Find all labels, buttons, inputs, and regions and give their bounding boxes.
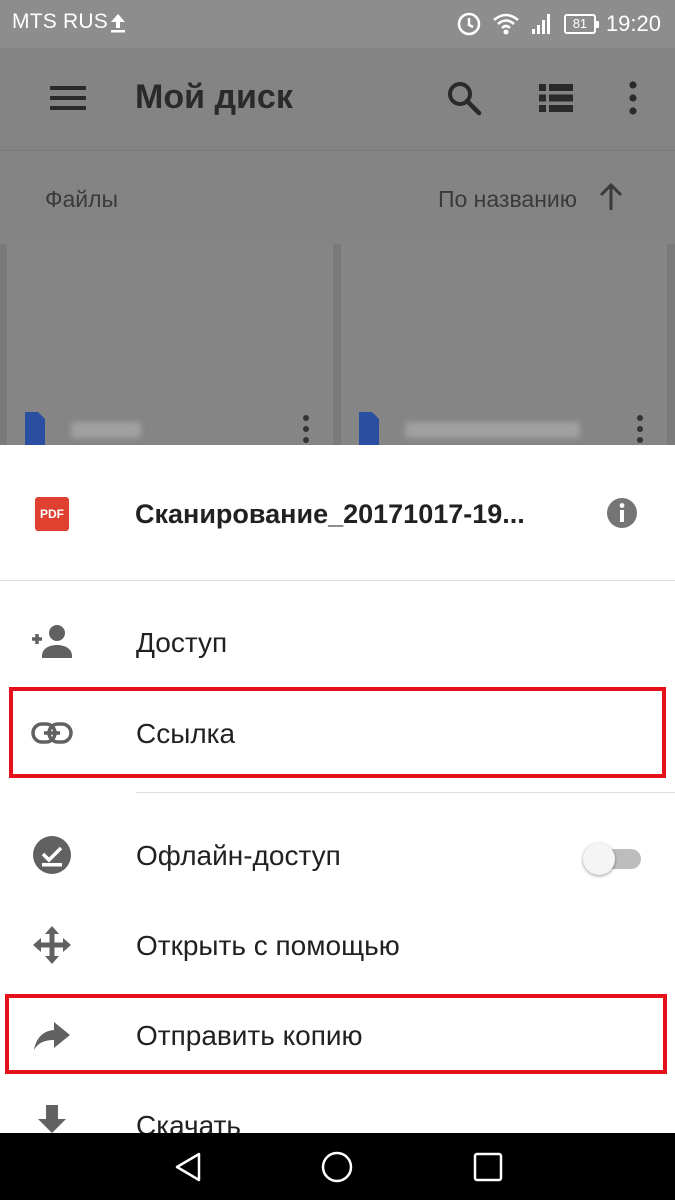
battery-indicator: 81 <box>563 14 599 34</box>
system-nav-bar <box>0 1133 675 1200</box>
divider <box>0 580 675 581</box>
home-icon[interactable] <box>320 1150 354 1184</box>
person-add-icon <box>32 625 72 658</box>
files-section-label: Файлы <box>45 186 119 212</box>
more-vert-icon[interactable] <box>301 412 311 445</box>
offline-pin-icon <box>33 836 71 874</box>
clock: 19:20 <box>605 11 661 36</box>
pdf-icon: PDF <box>35 497 69 531</box>
menu-item-label: Доступ <box>136 627 228 658</box>
file-grid <box>0 244 675 445</box>
blurred-file-name <box>71 422 141 438</box>
app-bar: Мой диск <box>0 48 675 150</box>
menu-item-open-with[interactable]: Открыть с помощью <box>0 900 675 990</box>
open-with-icon <box>33 926 71 964</box>
file-header: PDF Сканирование_20171017-19... <box>0 445 675 581</box>
more-vert-icon[interactable] <box>620 80 646 116</box>
offline-toggle[interactable] <box>583 835 643 875</box>
menu-item-label: Офлайн-доступ <box>136 840 341 871</box>
data-saver-icon <box>457 12 481 36</box>
document-icon <box>359 412 379 445</box>
more-vert-icon[interactable] <box>635 412 645 445</box>
file-card[interactable] <box>7 244 333 445</box>
list-view-icon[interactable] <box>539 84 573 112</box>
menu-item-label: Скачать <box>136 1110 241 1133</box>
menu-item-download[interactable]: Скачать <box>0 1080 675 1133</box>
sort-bar: Файлы По названию <box>0 150 675 244</box>
wifi-icon <box>493 13 519 35</box>
menu-icon[interactable] <box>50 84 86 112</box>
highlight-send-copy-option <box>5 994 667 1074</box>
document-icon <box>25 412 45 445</box>
file-card[interactable] <box>341 244 667 445</box>
page-title: Мой диск <box>135 78 293 116</box>
signal-icon <box>531 14 550 34</box>
carrier-name: MTS RUS <box>12 10 108 33</box>
sort-order-button[interactable]: По названию <box>438 186 577 213</box>
menu-item-offline[interactable]: Офлайн-доступ <box>0 810 675 900</box>
download-icon <box>38 1105 66 1133</box>
file-name: Сканирование_20171017-19... <box>135 499 525 529</box>
status-bar: MTS RUS 81 19:20 <box>0 0 675 48</box>
search-icon[interactable] <box>446 80 482 116</box>
recent-apps-icon[interactable] <box>471 1150 505 1184</box>
menu-item-label: Открыть с помощью <box>136 930 400 961</box>
arrow-up-icon[interactable] <box>597 182 625 212</box>
toggle-thumb <box>583 843 615 875</box>
upload-icon <box>111 14 125 33</box>
status-icons: 81 19:20 <box>456 10 661 38</box>
info-icon[interactable] <box>606 497 638 529</box>
menu-item-access[interactable]: Доступ <box>0 597 675 687</box>
back-icon[interactable] <box>171 1150 205 1184</box>
blurred-file-name <box>405 422 580 438</box>
highlight-link-option <box>9 687 666 778</box>
divider <box>136 792 675 793</box>
